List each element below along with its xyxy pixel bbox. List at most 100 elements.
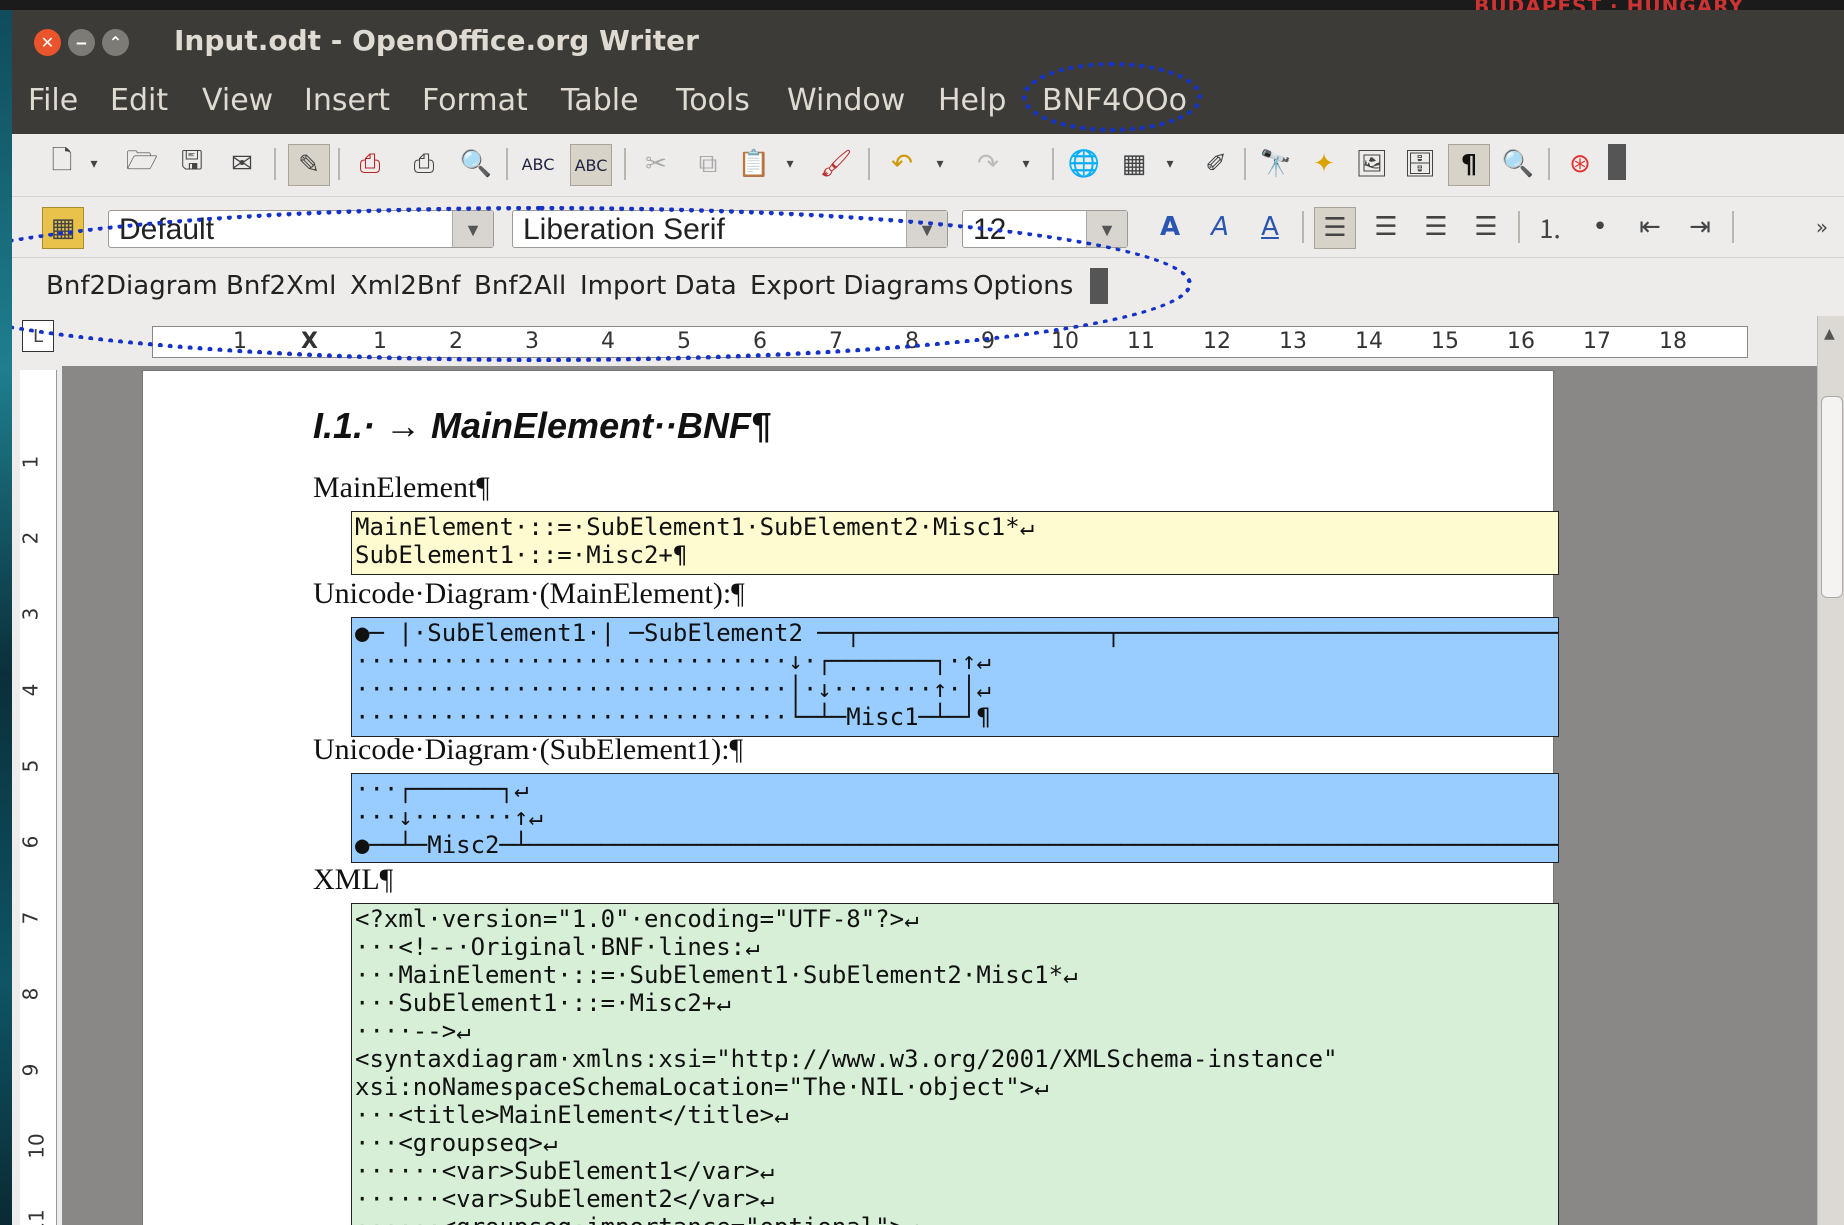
dropdown-arrow-icon[interactable]: ▾ xyxy=(1016,144,1036,184)
font-size-dropdown[interactable]: 12 ▼ xyxy=(962,210,1128,248)
dropdown-arrow-icon[interactable]: ▾ xyxy=(930,144,950,184)
cut-icon[interactable]: ✂ xyxy=(636,144,676,184)
ruler-label: 12 xyxy=(1203,329,1231,354)
menu-file[interactable]: File xyxy=(28,83,78,118)
scrollbar-thumb[interactable] xyxy=(1821,396,1843,598)
import-data-button[interactable]: Import Data xyxy=(580,271,737,301)
autospellcheck-icon[interactable]: ABC xyxy=(570,144,612,186)
vruler-label: 11 xyxy=(24,1209,49,1225)
vruler-label: 6 xyxy=(18,835,43,849)
ruler-label: 5 xyxy=(677,329,691,354)
zoom-icon[interactable]: 🔍 xyxy=(1498,144,1538,184)
paste-icon[interactable]: 📋 xyxy=(734,144,774,184)
styles-formatting-icon[interactable]: ▦ xyxy=(42,207,84,249)
menu-format[interactable]: Format xyxy=(422,83,528,118)
menu-help[interactable]: Help xyxy=(938,83,1006,118)
ruler-label: 17 xyxy=(1583,329,1611,354)
toolbar-separator xyxy=(1732,211,1734,243)
horizontal-ruler[interactable]: 1 X 1 2 3 4 5 6 7 8 9 10 11 12 13 14 15 … xyxy=(152,326,1748,358)
font-name-dropdown[interactable]: Liberation Serif ▼ xyxy=(512,210,948,248)
document-page[interactable]: I.1.· → MainElement··BNF¶ MainElement¶ M… xyxy=(142,370,1559,1225)
writer-window: ✕ ‒ ⌃ Input.odt - OpenOffice.org Writer … xyxy=(12,10,1844,1225)
clone-formatting-icon[interactable]: 🖌 xyxy=(816,144,856,184)
align-left-icon[interactable]: ☰ xyxy=(1314,207,1356,249)
data-sources-icon[interactable]: 🗄 xyxy=(1400,144,1440,184)
increase-indent-icon[interactable]: ⇥ xyxy=(1680,207,1720,247)
show-draw-functions-icon[interactable]: ✐ xyxy=(1196,144,1236,184)
close-icon[interactable]: ✕ xyxy=(34,29,61,56)
save-icon[interactable]: 🖫 xyxy=(172,144,212,184)
scroll-up-icon[interactable]: ▲ xyxy=(1824,326,1835,342)
hyperlink-icon[interactable]: 🌐 xyxy=(1064,144,1104,184)
maximize-icon[interactable]: ⌃ xyxy=(102,29,129,56)
copy-icon[interactable]: ⧉ xyxy=(688,144,728,184)
bold-icon[interactable]: A xyxy=(1150,207,1190,247)
help-lifebuoy-icon[interactable]: ⊛ xyxy=(1560,144,1600,184)
ruler-indent-marker[interactable]: X xyxy=(301,329,318,354)
menu-window[interactable]: Window xyxy=(787,83,905,118)
chevron-down-icon[interactable]: ▼ xyxy=(452,211,493,247)
bnf2xml-button[interactable]: Bnf2Xml xyxy=(226,271,336,301)
vruler-label: 8 xyxy=(18,987,43,1001)
vertical-ruler[interactable]: 1 2 3 4 5 6 7 8 9 10 11 xyxy=(18,370,57,1225)
decrease-indent-icon[interactable]: ⇤ xyxy=(1630,207,1670,247)
menu-edit[interactable]: Edit xyxy=(110,83,168,118)
new-document-icon[interactable]: 🗋 xyxy=(42,144,82,184)
dropdown-arrow-icon[interactable]: ▾ xyxy=(780,144,800,184)
navigator-icon[interactable]: ✦ xyxy=(1304,144,1344,184)
toolbar-separator xyxy=(506,148,508,180)
underline-icon[interactable]: A xyxy=(1250,207,1290,247)
gallery-icon[interactable]: 🖼 xyxy=(1352,144,1392,184)
bullets-icon[interactable]: • xyxy=(1580,207,1620,247)
open-folder-icon[interactable]: 🗁 xyxy=(122,144,162,184)
toolbar-separator xyxy=(1244,148,1246,180)
ruler-label: 1 xyxy=(233,329,247,354)
align-right-icon[interactable]: ☰ xyxy=(1416,207,1456,247)
italic-icon[interactable]: A xyxy=(1200,207,1240,247)
options-button[interactable]: Options xyxy=(973,271,1073,301)
menu-view[interactable]: View xyxy=(202,83,273,118)
toolbar-overflow-icon[interactable] xyxy=(1608,144,1626,180)
vertical-scrollbar[interactable]: ▲ xyxy=(1817,316,1844,1225)
menu-tools[interactable]: Tools xyxy=(676,83,750,118)
spellcheck-icon[interactable]: ABC xyxy=(518,144,558,184)
bnf2all-button[interactable]: Bnf2All xyxy=(474,271,566,301)
export-pdf-icon[interactable]: ⎙ xyxy=(350,144,390,184)
align-center-icon[interactable]: ☰ xyxy=(1366,207,1406,247)
toolbar-overflow-icon[interactable] xyxy=(1090,268,1108,304)
vruler-label: 2 xyxy=(18,531,43,545)
print-preview-icon[interactable]: 🔍 xyxy=(456,144,496,184)
minimize-icon[interactable]: ‒ xyxy=(68,29,95,56)
bnf4ooo-toolbar: Bnf2Diagram Bnf2Xml Xml2Bnf Bnf2All Impo… xyxy=(12,258,1844,317)
numbering-icon[interactable]: ⒈ xyxy=(1530,207,1570,247)
paragraph-unicode-diagram-sub: Unicode·Diagram·(SubElement1):¶ xyxy=(313,733,744,766)
justify-icon[interactable]: ☰ xyxy=(1466,207,1506,247)
paragraph-mainelement: MainElement¶ xyxy=(313,471,490,504)
toolbar-separator xyxy=(868,148,870,180)
undo-icon[interactable]: ↶ xyxy=(882,144,922,184)
find-replace-icon[interactable]: 🔭 xyxy=(1256,144,1296,184)
chevron-down-icon[interactable]: ▼ xyxy=(906,211,947,247)
export-diagrams-button[interactable]: Export Diagrams xyxy=(750,271,969,301)
toolbar-separator xyxy=(1518,211,1520,243)
ruler-label: 18 xyxy=(1659,329,1687,354)
edit-mode-icon[interactable]: ✎ xyxy=(288,144,330,186)
menu-table[interactable]: Table xyxy=(561,83,639,118)
menu-bnf4ooo[interactable]: BNF4OOo xyxy=(1042,83,1187,118)
table-icon[interactable]: ▦ xyxy=(1114,144,1154,184)
toolbar-separator xyxy=(624,148,626,180)
unicode-diagram-main-box: ●─ |·SubElement1·| ─SubElement2 ──┬─────… xyxy=(351,617,1559,737)
chevron-down-icon[interactable]: ▼ xyxy=(1086,211,1127,247)
paragraph-style-dropdown[interactable]: Default ▼ xyxy=(108,210,494,248)
dropdown-arrow-icon[interactable]: ▾ xyxy=(1160,144,1180,184)
dropdown-arrow-icon[interactable]: ▾ xyxy=(84,144,104,184)
toolbar-overflow-icon[interactable]: » xyxy=(1812,207,1832,247)
tab-type-icon[interactable]: L xyxy=(22,320,54,352)
bnf2diagram-button[interactable]: Bnf2Diagram xyxy=(46,271,218,301)
print-icon[interactable]: ⎙ xyxy=(404,144,444,184)
redo-icon[interactable]: ↷ xyxy=(968,144,1008,184)
xml2bnf-button[interactable]: Xml2Bnf xyxy=(350,271,460,301)
email-icon[interactable]: ✉ xyxy=(222,144,262,184)
formatting-marks-icon[interactable]: ¶ xyxy=(1448,144,1490,186)
menu-insert[interactable]: Insert xyxy=(304,83,390,118)
